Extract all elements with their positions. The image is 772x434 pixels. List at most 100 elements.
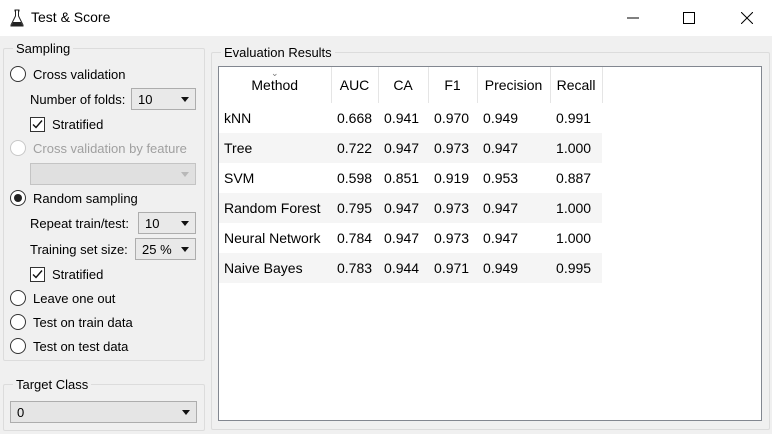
auc-cell: 0.784 — [337, 230, 373, 246]
column-header-f1[interactable]: F1 — [428, 67, 478, 103]
train-size-label: Training set size: — [30, 242, 128, 257]
auc-cell: 0.722 — [331, 133, 379, 163]
f1-cell: 0.970 — [434, 110, 470, 126]
auc-cell: 0.783 — [331, 253, 379, 283]
table-row[interactable]: kNN 0.668 0.941 0.970 0.949 0.991 — [219, 103, 602, 133]
stratified-option-2[interactable]: Stratified — [30, 265, 103, 283]
ca-cell: 0.851 — [384, 170, 420, 186]
target-class-title: Target Class — [13, 377, 92, 392]
flask-icon — [10, 9, 24, 27]
recall-cell: 0.991 — [556, 110, 592, 126]
maximize-button[interactable] — [666, 0, 712, 36]
folds-value: 10 — [138, 91, 153, 107]
test-test-option[interactable]: Test on test data — [10, 337, 128, 355]
recall-cell: 1.000 — [550, 193, 603, 223]
recall-cell: 1.000 — [556, 230, 592, 246]
ca-cell: 0.947 — [378, 133, 429, 163]
folds-label: Number of folds: — [30, 92, 126, 107]
train-size-select[interactable]: 25 % — [135, 238, 196, 260]
precision-cell: 0.947 — [477, 193, 551, 223]
leave-one-out-radio[interactable] — [10, 290, 26, 306]
precision-cell: 0.947 — [477, 133, 551, 163]
column-header-recall[interactable]: Recall — [550, 67, 603, 103]
column-header-precision[interactable]: Precision — [477, 67, 551, 103]
sampling-title: Sampling — [13, 41, 74, 56]
auc-cell: 0.668 — [337, 110, 373, 126]
method-cell: kNN — [224, 110, 252, 126]
repeat-value: 10 — [145, 215, 160, 231]
table-row[interactable]: Neural Network 0.784 0.947 0.973 0.947 1… — [219, 223, 602, 253]
stratified-checkbox-1[interactable] — [30, 116, 45, 132]
column-header-method[interactable]: ⌄ Method — [219, 67, 332, 103]
precision-cell: 0.953 — [483, 170, 519, 186]
chevron-down-icon — [181, 97, 189, 102]
auc-cell: 0.598 — [337, 170, 373, 186]
test-train-option[interactable]: Test on train data — [10, 313, 133, 331]
table-row[interactable]: Random Forest 0.795 0.947 0.973 0.947 1.… — [219, 193, 603, 223]
random-sampling-label: Random sampling — [33, 190, 138, 206]
minimize-icon — [627, 17, 639, 19]
stratified-option-1[interactable]: Stratified — [30, 115, 103, 133]
target-class-select[interactable]: 0 — [10, 401, 197, 423]
table-row[interactable]: SVM 0.598 0.851 0.919 0.953 0.887 — [219, 163, 602, 193]
ca-cell: 0.944 — [378, 253, 429, 283]
train-size-value: 25 % — [142, 241, 172, 257]
results-table: ⌄ Method AUC CA F1 Precision Recall kNN … — [219, 67, 603, 283]
f1-cell: 0.973 — [434, 230, 470, 246]
method-cell: Naive Bayes — [219, 253, 331, 283]
precision-cell: 0.947 — [483, 230, 519, 246]
cross-validation-radio[interactable] — [10, 66, 26, 82]
test-train-label: Test on train data — [33, 314, 133, 330]
table-row[interactable]: Tree 0.722 0.947 0.973 0.947 1.000 — [219, 133, 603, 163]
cv-by-feature-option: Cross validation by feature — [10, 139, 187, 157]
leave-one-out-option[interactable]: Leave one out — [10, 289, 115, 307]
window-title: Test & Score — [31, 9, 111, 25]
title-bar: Test & Score — [0, 0, 772, 36]
repeat-select[interactable]: 10 — [138, 212, 196, 234]
random-sampling-option[interactable]: Random sampling — [10, 189, 138, 207]
chevron-down-icon — [181, 221, 189, 226]
auc-cell: 0.795 — [331, 193, 379, 223]
cross-validation-label: Cross validation — [33, 66, 126, 82]
test-test-radio[interactable] — [10, 338, 26, 354]
precision-cell: 0.949 — [477, 253, 551, 283]
stratified-label-2: Stratified — [52, 266, 104, 282]
chevron-down-icon — [181, 247, 189, 252]
leave-one-out-label: Leave one out — [33, 290, 116, 306]
minimize-button[interactable] — [610, 0, 656, 36]
checkmark-icon — [32, 119, 43, 129]
repeat-label: Repeat train/test: — [30, 216, 129, 231]
test-test-label: Test on test data — [33, 338, 129, 354]
recall-cell: 1.000 — [550, 133, 603, 163]
ca-cell: 0.941 — [384, 110, 420, 126]
stratified-label-1: Stratified — [52, 116, 104, 132]
feature-select — [30, 163, 196, 185]
chevron-down-icon — [181, 172, 189, 177]
close-button[interactable] — [724, 0, 770, 36]
evaluation-title: Evaluation Results — [221, 45, 335, 60]
cv-by-feature-radio — [10, 140, 26, 156]
random-sampling-radio[interactable] — [10, 190, 26, 206]
table-header-row: ⌄ Method AUC CA F1 Precision Recall — [219, 67, 603, 103]
sort-indicator-icon: ⌄ — [270, 68, 279, 78]
f1-cell: 0.973 — [428, 193, 478, 223]
column-header-auc[interactable]: AUC — [331, 67, 379, 103]
method-cell: Random Forest — [219, 193, 331, 223]
table-row[interactable]: Naive Bayes 0.783 0.944 0.971 0.949 0.99… — [219, 253, 603, 283]
target-class-value: 0 — [17, 404, 25, 420]
recall-cell: 0.887 — [556, 170, 592, 186]
ca-cell: 0.947 — [378, 193, 429, 223]
folds-select[interactable]: 10 — [131, 88, 196, 110]
f1-cell: 0.971 — [428, 253, 478, 283]
checkmark-icon — [32, 269, 43, 279]
stratified-checkbox-2[interactable] — [30, 266, 45, 282]
close-icon — [741, 12, 753, 24]
column-header-ca[interactable]: CA — [378, 67, 429, 103]
maximize-icon — [683, 12, 695, 24]
cross-validation-option[interactable]: Cross validation — [10, 65, 126, 83]
results-table-area[interactable]: ⌄ Method AUC CA F1 Precision Recall kNN … — [218, 66, 762, 421]
test-train-radio[interactable] — [10, 314, 26, 330]
cv-by-feature-label: Cross validation by feature — [33, 140, 187, 156]
method-cell: Neural Network — [224, 230, 321, 246]
method-cell: SVM — [224, 170, 255, 186]
